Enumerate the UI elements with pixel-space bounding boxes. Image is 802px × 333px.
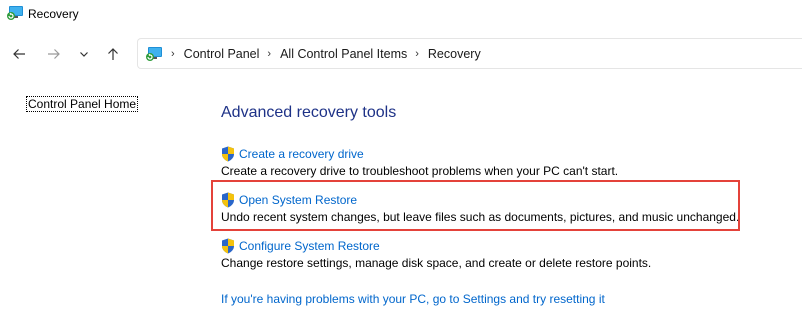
breadcrumb-separator-icon[interactable]: ›	[171, 48, 175, 60]
uac-shield-icon	[222, 238, 234, 254]
up-button[interactable]	[102, 43, 124, 65]
breadcrumb-control-panel[interactable]: Control Panel	[184, 47, 260, 61]
task-description: Create a recovery drive to troubleshoot …	[221, 164, 619, 178]
create-recovery-drive-link[interactable]: Create a recovery drive	[239, 147, 364, 161]
task-description: Change restore settings, manage disk spa…	[221, 256, 652, 270]
configure-system-restore-link[interactable]: Configure System Restore	[239, 239, 380, 253]
control-panel-home-link[interactable]: Control Panel Home	[26, 96, 139, 112]
up-arrow-icon	[108, 48, 118, 60]
chevron-down-icon	[80, 52, 88, 57]
back-button[interactable]	[8, 43, 30, 65]
address-bar[interactable]: › Control Panel › All Control Panel Item…	[137, 38, 802, 69]
forward-button[interactable]	[43, 43, 65, 65]
highlight-box	[211, 180, 740, 231]
recent-locations-button[interactable]	[73, 43, 95, 65]
recovery-app-icon	[7, 6, 23, 20]
back-arrow-icon	[13, 49, 25, 59]
window-title: Recovery	[28, 7, 79, 21]
reset-pc-link[interactable]: If you're having problems with your PC, …	[221, 292, 605, 306]
page-title: Advanced recovery tools	[221, 104, 397, 121]
control-panel-icon	[146, 46, 162, 61]
breadcrumb-separator-icon[interactable]: ›	[415, 48, 419, 60]
breadcrumb-recovery[interactable]: Recovery	[428, 47, 481, 61]
breadcrumb-separator-icon[interactable]: ›	[267, 48, 271, 60]
uac-shield-icon	[222, 146, 234, 162]
navigation-bar: › Control Panel › All Control Panel Item…	[0, 30, 802, 76]
forward-arrow-icon	[48, 49, 60, 59]
task-configure-system-restore: Configure System Restore Change restore …	[221, 238, 651, 270]
breadcrumb-all-items[interactable]: All Control Panel Items	[280, 47, 407, 61]
title-bar: Recovery	[0, 0, 802, 30]
task-create-recovery-drive: Create a recovery drive Create a recover…	[221, 146, 618, 178]
